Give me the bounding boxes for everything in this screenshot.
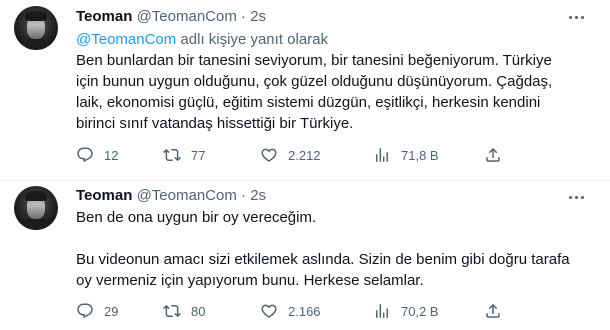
like-count: 2.212: [288, 147, 321, 163]
tweet-actions: 12 77 2.212 71,8 B: [76, 145, 506, 165]
tweet-text-line: Ben de ona uygun bir oy vereceğim.: [76, 209, 317, 226]
views-icon: [376, 304, 388, 318]
tweet-text-line: laik, ekonomisi güçlü, eğitim sistemi dü…: [76, 94, 541, 111]
tweet[interactable]: Teoman @TeomanCom · 2s @TeomanCom adlı k…: [0, 0, 610, 180]
like-icon: [261, 148, 277, 162]
reply-count: 29: [104, 303, 119, 319]
views-button[interactable]: 71,8 B: [373, 145, 439, 165]
retweet-count: 77: [191, 147, 206, 163]
views-icon: [376, 148, 388, 162]
share-button[interactable]: [484, 145, 502, 165]
tweet-text-line: Ben bunlardan bir tanesini seviyorum, bi…: [76, 52, 552, 69]
tweet-text: Ben bunlardan bir tanesini seviyorum, bi…: [76, 50, 586, 134]
like-button[interactable]: 2.166: [260, 301, 321, 321]
retweet-icon: [163, 304, 181, 318]
timestamp[interactable]: 2s: [250, 187, 266, 204]
tweet-header: Teoman @TeomanCom · 2s: [76, 187, 266, 205]
avatar[interactable]: [14, 186, 58, 230]
reply-context-text: adlı kişiye yanıt olarak: [176, 31, 329, 48]
views-button[interactable]: 70,2 B: [373, 301, 439, 321]
share-button[interactable]: [484, 301, 502, 321]
tweet-text-line: oy vermeniz için yapıyorum bunu. Herkese…: [76, 272, 424, 289]
separator-dot: ·: [241, 8, 247, 25]
reply-icon: [77, 147, 93, 163]
retweet-count: 80: [191, 303, 206, 319]
reply-context: @TeomanCom adlı kişiye yanıt olarak: [76, 31, 328, 49]
tweet-text-line: Bu videonun amacı sizi etkilemek aslında…: [76, 251, 570, 268]
author-name[interactable]: Teoman: [76, 187, 132, 204]
like-button[interactable]: 2.212: [260, 145, 321, 165]
retweet-icon: [163, 148, 181, 162]
reply-icon: [77, 303, 93, 319]
author-name[interactable]: Teoman: [76, 8, 132, 25]
like-icon: [261, 304, 277, 318]
like-count: 2.166: [288, 303, 321, 319]
tweet-text: Ben de ona uygun bir oy vereceğim. Bu vi…: [76, 207, 586, 291]
author-handle[interactable]: @TeomanCom: [137, 8, 237, 25]
reply-button[interactable]: 12: [76, 145, 118, 165]
tweet-actions: 29 80 2.166 70,2 B: [76, 301, 506, 321]
tweet-text-line: için bunun uygun olduğunu, çok güzel old…: [76, 73, 553, 90]
author-handle[interactable]: @TeomanCom: [137, 187, 237, 204]
separator-dot: ·: [241, 187, 247, 204]
reply-button[interactable]: 29: [76, 301, 118, 321]
share-icon: [486, 147, 500, 162]
timestamp[interactable]: 2s: [250, 8, 266, 25]
more-icon[interactable]: [566, 8, 586, 26]
reply-mention-link[interactable]: @TeomanCom: [76, 31, 176, 48]
views-count: 71,8 B: [401, 147, 439, 163]
retweet-button[interactable]: 80: [163, 301, 205, 321]
retweet-button[interactable]: 77: [163, 145, 205, 165]
tweet-text-line: birinci sınıf vatandaş hissettiği bir Tü…: [76, 115, 354, 132]
avatar[interactable]: [14, 6, 58, 50]
tweet[interactable]: Teoman @TeomanCom · 2s Ben de ona uygun …: [0, 180, 610, 330]
reply-count: 12: [104, 147, 119, 163]
share-icon: [486, 303, 500, 318]
tweet-header: Teoman @TeomanCom · 2s: [76, 8, 266, 26]
more-icon[interactable]: [566, 188, 586, 206]
views-count: 70,2 B: [401, 303, 439, 319]
